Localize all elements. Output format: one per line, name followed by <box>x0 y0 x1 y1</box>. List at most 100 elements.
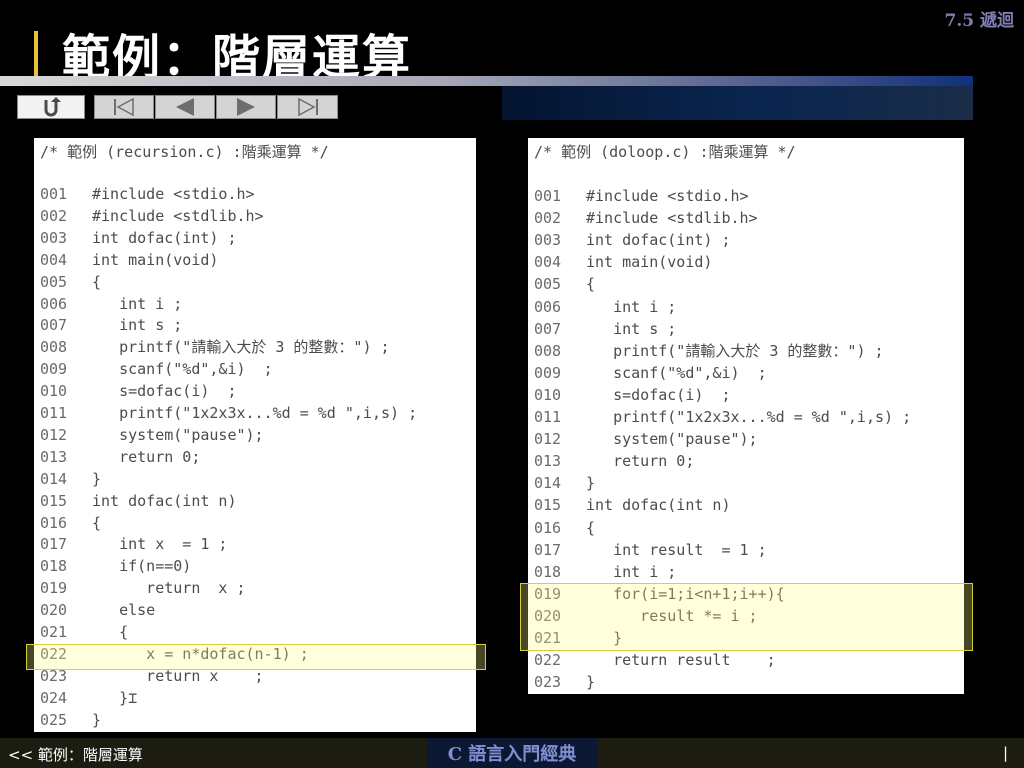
highlight-loop-block <box>520 583 973 651</box>
prev-icon <box>176 98 194 116</box>
code-line: 016 { <box>40 512 101 534</box>
first-slide-button[interactable] <box>94 95 154 119</box>
code-line: 006 int i ; <box>40 293 182 315</box>
code-line: 005 { <box>40 271 101 293</box>
recursion-code-panel: /* 範例 (recursion.c) :階乘運算 */ 001 #include… <box>34 138 476 732</box>
line-number: 009 <box>534 363 562 382</box>
line-number: 007 <box>534 319 562 338</box>
section-tag: 7.5 遞迴 <box>944 11 1015 31</box>
code-line: 007 int s ; <box>40 314 182 336</box>
last-icon <box>297 97 318 117</box>
line-number: 024 <box>40 688 68 707</box>
code-text: printf("請輸入大於 3 的整數：") ; <box>586 341 884 360</box>
line-number: 006 <box>534 297 562 316</box>
line-number: 014 <box>40 469 68 488</box>
line-number: 012 <box>534 430 562 449</box>
code-text: } <box>586 474 596 493</box>
line-number: 021 <box>40 623 68 641</box>
code-line: 010 s=dofac(i) ; <box>534 384 731 406</box>
code-text: scanf("%d",&i) ; <box>92 360 273 379</box>
code-line: 010 s=dofac(i) ; <box>40 380 237 402</box>
code-text: int i ; <box>586 562 677 581</box>
code-line: 003 int dofac(int) ; <box>40 227 237 249</box>
code-text: int s ; <box>586 319 677 338</box>
line-number: 017 <box>40 535 68 554</box>
footer-book-title: C 語言入門經典 <box>427 738 597 768</box>
code-line: 020 else <box>40 599 155 621</box>
code-text: int i ; <box>586 297 677 316</box>
code-text: return x ; <box>92 579 246 598</box>
line-number: 015 <box>40 491 68 510</box>
code-line: 011 printf("1x2x3x...%d = %d ",i,s) ; <box>40 402 417 424</box>
code-line: 002 #include <stdlib.h> <box>40 205 264 227</box>
code-line: 004 int main(void) <box>534 251 712 273</box>
code-text: #include <stdio.h> <box>92 185 255 203</box>
code-text: int dofac(int n) <box>586 496 731 515</box>
line-number: 009 <box>40 360 68 379</box>
line-number: 013 <box>534 452 562 471</box>
next-slide-button[interactable] <box>216 95 276 119</box>
prev-slide-button[interactable] <box>155 95 215 119</box>
code-text: return 0; <box>92 447 201 466</box>
first-icon <box>114 97 134 117</box>
code-text: } <box>92 710 102 729</box>
code-text: printf("1x2x3x...%d = %d ",i,s) ; <box>92 404 418 422</box>
code-line: 009 scanf("%d",&i) ; <box>534 362 767 384</box>
line-number: 014 <box>534 474 562 493</box>
code-line: 008 printf("請輸入大於 3 的整數：") ; <box>534 340 884 362</box>
code-text: #include <stdlib.h> <box>586 209 758 228</box>
code-line: 012 system("pause"); <box>40 424 264 446</box>
code-text: int dofac(int) ; <box>586 231 731 250</box>
code-line: 014} <box>534 472 595 494</box>
code-text: #include <stdio.h> <box>586 187 749 205</box>
code-line: 015 int dofac(int n) <box>40 490 237 512</box>
highlight-recursive-call <box>26 644 486 670</box>
last-slide-button[interactable] <box>277 95 338 119</box>
code-line: 009 scanf("%d",&i) ; <box>40 358 273 380</box>
code-text: printf("請輸入大於 3 的整數：") ; <box>92 338 390 357</box>
code-line: 001 #include <stdio.h> <box>534 185 749 207</box>
line-number: 004 <box>534 253 562 272</box>
code-line: 008 printf("請輸入大於 3 的整數：") ; <box>40 336 390 358</box>
line-number: 017 <box>534 540 562 559</box>
line-number: 025 <box>40 710 68 729</box>
footer-bar: << 範例：階層運算 C 語言入門經典 | <box>0 738 1024 768</box>
code-text: { <box>586 275 596 294</box>
code-line: 024 }⌶ <box>40 687 137 709</box>
code-line: 018 if(n==0) <box>40 555 191 577</box>
code-line: 011 printf("1x2x3x...%d = %d ",i,s) ; <box>534 406 911 428</box>
line-number: 008 <box>40 338 68 357</box>
header-gradient-band <box>502 86 973 120</box>
line-number: 011 <box>534 408 562 426</box>
footer-separator: | <box>1003 744 1009 762</box>
code-text: } <box>586 673 596 692</box>
code-header: /* 範例 (doloop.c) :階乘運算 */ <box>534 143 796 161</box>
code-line: 014} <box>40 468 101 490</box>
code-text: else <box>92 601 156 620</box>
title-accent-bar <box>34 31 38 78</box>
line-number: 001 <box>534 187 562 205</box>
line-number: 015 <box>534 496 562 515</box>
footer-back-link[interactable]: << 範例：階層運算 <box>8 744 143 765</box>
code-line: 005 { <box>534 273 595 295</box>
code-text: int main(void) <box>92 250 219 269</box>
code-line: 006 int i ; <box>534 296 676 318</box>
line-number: 006 <box>40 294 68 313</box>
code-line: 023} <box>534 671 595 693</box>
code-line: 019 return x ; <box>40 577 246 599</box>
code-line: 007 int s ; <box>534 318 676 340</box>
code-text: { <box>92 623 129 641</box>
code-text: return result ; <box>586 651 776 670</box>
code-line: 015 int dofac(int n) <box>534 494 731 516</box>
code-line: 017 int result = 1 ; <box>534 539 767 561</box>
line-number: 003 <box>40 228 68 247</box>
line-number: 004 <box>40 250 68 269</box>
back-button[interactable] <box>17 95 85 119</box>
line-number: 012 <box>40 425 68 444</box>
code-text: int x = 1 ; <box>92 535 228 554</box>
line-number: 002 <box>40 206 68 225</box>
line-number: 016 <box>534 518 562 537</box>
line-number: 013 <box>40 447 68 466</box>
line-number: 023 <box>534 673 562 692</box>
code-line: 004 int main(void) <box>40 249 218 271</box>
